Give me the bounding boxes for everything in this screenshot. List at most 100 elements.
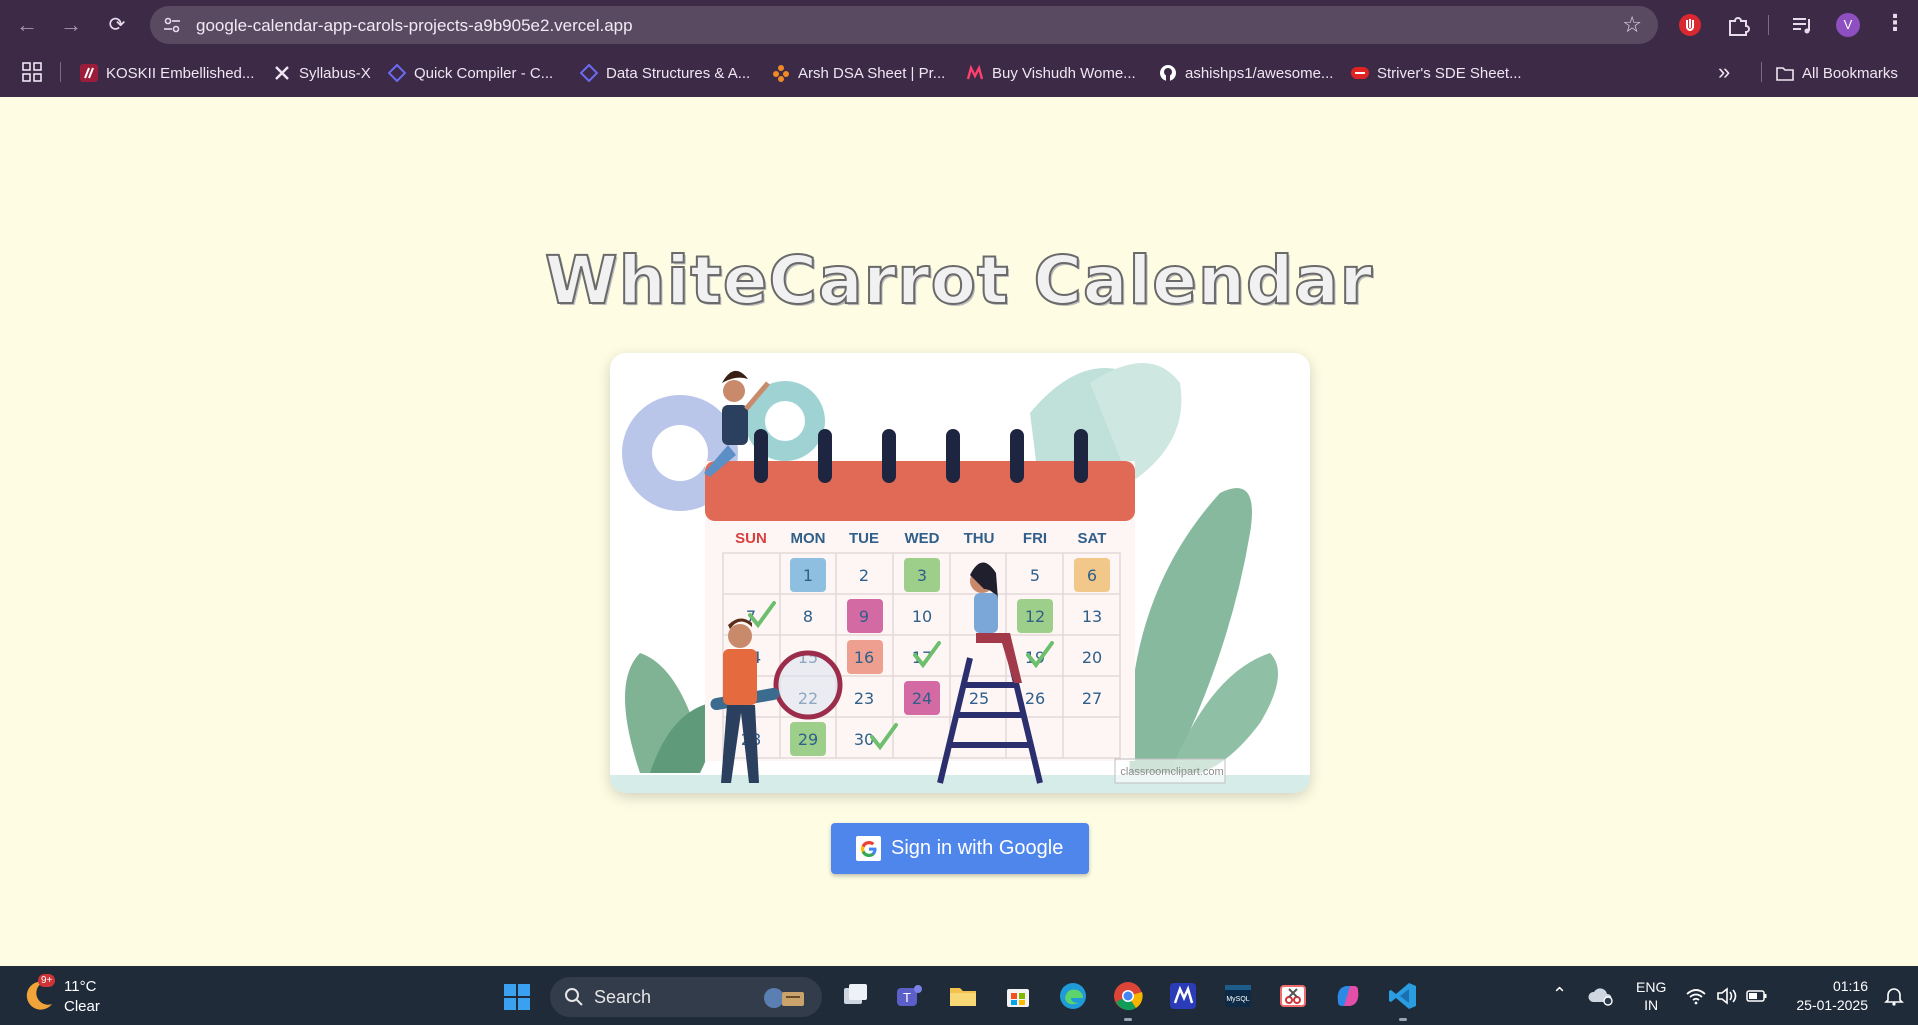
folder-icon — [1776, 67, 1794, 81]
forward-button[interactable]: → — [58, 12, 84, 38]
more-bookmarks-icon[interactable]: » — [1718, 59, 1730, 85]
bookmark-label: Syllabus-X — [299, 64, 371, 82]
address-bar[interactable]: google-calendar-app-carols-projects-a9b9… — [150, 6, 1658, 44]
bookmark-label: KOSKII Embellished... — [106, 64, 255, 82]
bookmark-label: Buy Vishudh Wome... — [992, 64, 1136, 82]
vpn-app-icon[interactable] — [1167, 980, 1199, 1012]
language-code: ENG — [1636, 979, 1667, 995]
clock-time: 01:16 — [1832, 978, 1868, 994]
sign-in-label: Sign in with Google — [891, 837, 1064, 859]
windows-taskbar: 9+ 11°C Clear Search T MySQL ⌃ ENG IN 01… — [0, 966, 1918, 1025]
bookmark-item[interactable]: KOSKII Embellished... — [80, 61, 254, 85]
taskbar-search[interactable]: Search — [550, 977, 822, 1017]
back-button[interactable]: ← — [14, 12, 40, 38]
notification-bell-icon[interactable] — [1884, 986, 1904, 1006]
bookmark-label: Arsh DSA Sheet | Pr... — [798, 64, 946, 82]
koskii-icon — [80, 64, 98, 82]
bookmark-item[interactable]: Buy Vishudh Wome... — [966, 61, 1136, 85]
chrome-icon[interactable] — [1112, 980, 1144, 1012]
bookmark-item[interactable]: Syllabus-X — [273, 61, 371, 85]
bookmark-item[interactable]: ashishps1/awesome... — [1159, 61, 1333, 85]
bookmarks-divider — [1761, 62, 1762, 82]
flower-icon — [773, 65, 789, 82]
svg-text:13: 13 — [1082, 607, 1102, 626]
vscode-running-indicator — [1399, 1018, 1407, 1021]
search-icon — [565, 988, 583, 1006]
bookmark-label: ashishps1/awesome... — [1185, 64, 1334, 82]
region-code: IN — [1644, 997, 1659, 1013]
weekday-label: THU — [964, 530, 995, 547]
system-clock[interactable]: 01:16 25-01-2025 — [1796, 977, 1868, 1015]
browser-toolbar: ← → ⟳ google-calendar-app-carols-project… — [0, 0, 1918, 49]
all-bookmarks-button[interactable]: All Bookmarks — [1776, 61, 1898, 85]
bookmark-star-icon[interactable]: ☆ — [1622, 12, 1642, 38]
weather-widget[interactable]: 9+ 11°C Clear — [22, 974, 142, 1018]
show-hidden-icons-chevron-icon[interactable]: ⌃ — [1552, 984, 1567, 1005]
task-view-icon[interactable] — [840, 980, 872, 1012]
svg-text:8: 8 — [803, 607, 813, 626]
vscode-icon[interactable] — [1387, 980, 1419, 1012]
edge-icon[interactable] — [1057, 980, 1089, 1012]
svg-text:1: 1 — [803, 566, 813, 585]
weather-temperature: 11°C — [64, 978, 97, 995]
microsoft-store-icon[interactable] — [1002, 980, 1034, 1012]
weekday-label: TUE — [849, 530, 879, 547]
svg-text:5: 5 — [1030, 566, 1040, 585]
bookmark-item[interactable]: Quick Compiler - C... — [388, 61, 553, 85]
toolbar-divider — [1768, 15, 1769, 35]
snipping-tool-icon[interactable] — [1277, 980, 1309, 1012]
bookmark-label: Quick Compiler - C... — [414, 64, 554, 82]
language-indicator[interactable]: ENG IN — [1636, 978, 1666, 1014]
clock-date: 25-01-2025 — [1796, 997, 1868, 1013]
volume-icon[interactable] — [1716, 987, 1738, 1005]
bookmark-item[interactable]: Data Structures & A... — [580, 61, 750, 85]
illustration-watermark: classroomclipart.com — [1120, 766, 1223, 778]
svg-text:2: 2 — [859, 566, 869, 585]
svg-text:3: 3 — [917, 566, 927, 585]
svg-text:25: 25 — [969, 689, 989, 708]
site-info-icon[interactable] — [163, 16, 181, 34]
bookmarks-divider — [60, 62, 61, 82]
profile-avatar[interactable]: V — [1836, 13, 1860, 37]
bookmark-item[interactable]: Arsh DSA Sheet | Pr... — [772, 61, 945, 85]
myntra-icon — [966, 64, 984, 80]
media-queue-icon[interactable] — [1788, 11, 1816, 39]
reload-button[interactable]: ⟳ — [104, 12, 130, 38]
apps-grid-icon[interactable] — [22, 62, 42, 82]
svg-text:16: 16 — [854, 648, 874, 667]
hero-illustration-card: SUN MON TUE WED THU FRI SAT 1 2 3 5 6 7 … — [610, 353, 1310, 793]
calendar-illustration: SUN MON TUE WED THU FRI SAT 1 2 3 5 6 7 … — [610, 363, 1310, 793]
weekday-label: FRI — [1023, 530, 1047, 547]
teams-icon[interactable]: T — [893, 980, 925, 1012]
battery-icon[interactable] — [1746, 989, 1768, 1003]
onedrive-icon[interactable] — [1588, 986, 1614, 1006]
copilot-icon[interactable] — [1332, 980, 1364, 1012]
page-title: WhiteCarrot Calendar — [544, 241, 1374, 320]
file-explorer-icon[interactable] — [947, 980, 979, 1012]
weekday-label: WED — [905, 530, 940, 547]
wifi-icon[interactable] — [1685, 987, 1707, 1005]
bookmark-label: Data Structures & A... — [606, 64, 751, 82]
bookmark-item[interactable]: Striver's SDE Sheet... — [1351, 61, 1522, 85]
svg-text:20: 20 — [1082, 648, 1102, 667]
svg-text:12: 12 — [1025, 607, 1045, 626]
svg-text:26: 26 — [1025, 689, 1045, 708]
extensions-puzzle-icon[interactable] — [1724, 11, 1752, 39]
svg-text:29: 29 — [798, 730, 818, 749]
weekday-label: MON — [791, 530, 826, 547]
svg-text:6: 6 — [1087, 566, 1097, 585]
search-highlight-icon — [764, 988, 804, 1008]
mysql-workbench-icon[interactable]: MySQL — [1222, 980, 1254, 1012]
bookmark-label: Striver's SDE Sheet... — [1377, 64, 1522, 82]
browser-menu-icon[interactable]: ⋮ — [1884, 10, 1906, 36]
windows-start-icon[interactable] — [503, 983, 531, 1011]
all-bookmarks-label: All Bookmarks — [1802, 64, 1898, 82]
diamond-icon — [388, 64, 406, 82]
weather-condition: Clear — [64, 998, 100, 1015]
sign-in-with-google-button[interactable]: Sign in with Google — [831, 823, 1089, 874]
search-label: Search — [594, 987, 652, 1007]
extension-red-icon[interactable] — [1676, 11, 1704, 39]
x-icon — [275, 66, 289, 80]
url-text[interactable]: google-calendar-app-carols-projects-a9b9… — [196, 16, 633, 36]
svg-text:23: 23 — [854, 689, 874, 708]
